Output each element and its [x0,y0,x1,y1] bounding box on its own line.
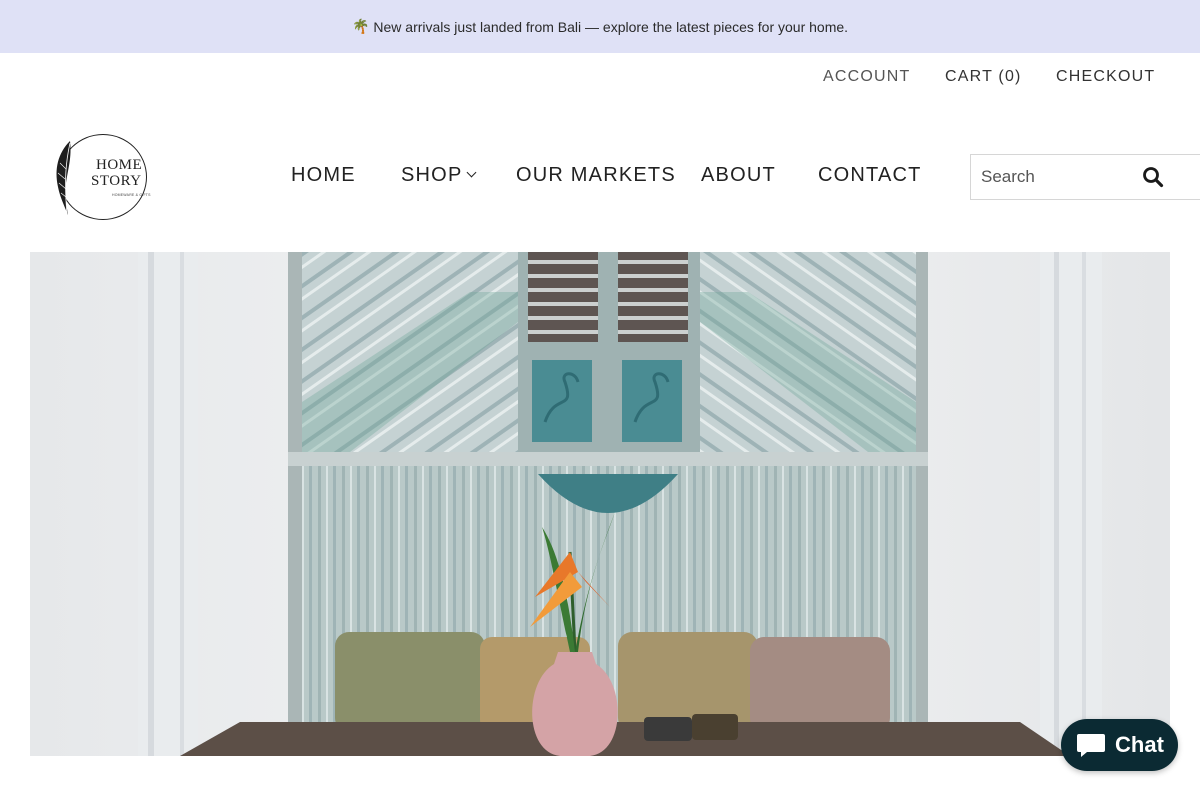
search-input[interactable] [981,155,1131,199]
nav-shop[interactable]: SHOP [401,164,477,187]
chevron-down-icon [467,167,477,178]
chat-bubble-icon [1077,734,1106,757]
search-icon [1143,167,1164,188]
announcement-text: New arrivals just landed from Bali — exp… [373,18,849,35]
logo-tagline: HOMEWARE & GIFTS [112,193,151,197]
chat-label: Chat [1115,732,1164,757]
nav-home-label: HOME [291,164,356,186]
nav-about[interactable]: ABOUT [701,164,776,187]
store-logo[interactable]: HOME STORY HOMEWARE & GIFTS [52,133,151,221]
logo-text-home: HOME [96,157,143,173]
checkout-link[interactable]: CHECKOUT [1056,68,1155,86]
chat-button[interactable]: Chat [1061,719,1178,771]
feather-icon [56,141,71,216]
search-button[interactable] [1141,165,1165,189]
cart-link[interactable]: CART (0) [945,68,1022,86]
hero-illustration [30,252,1170,756]
nav-contact[interactable]: CONTACT [818,164,922,187]
logo-text-story: STORY [91,173,142,189]
hero-image [30,252,1170,756]
search-box [970,154,1200,200]
nav-our-markets[interactable]: OUR MARKETS [516,164,676,187]
nav-shop-label: SHOP [401,164,463,186]
palm-tree-icon: 🌴 [351,18,370,34]
account-link[interactable]: ACCOUNT [823,68,911,86]
announcement-bar: 🌴 New arrivals just landed from Bali — e… [0,0,1200,53]
nav-home[interactable]: HOME [291,164,356,187]
nav-our-markets-label: OUR MARKETS [516,164,676,186]
nav-contact-label: CONTACT [818,164,922,186]
nav-about-label: ABOUT [701,164,776,186]
